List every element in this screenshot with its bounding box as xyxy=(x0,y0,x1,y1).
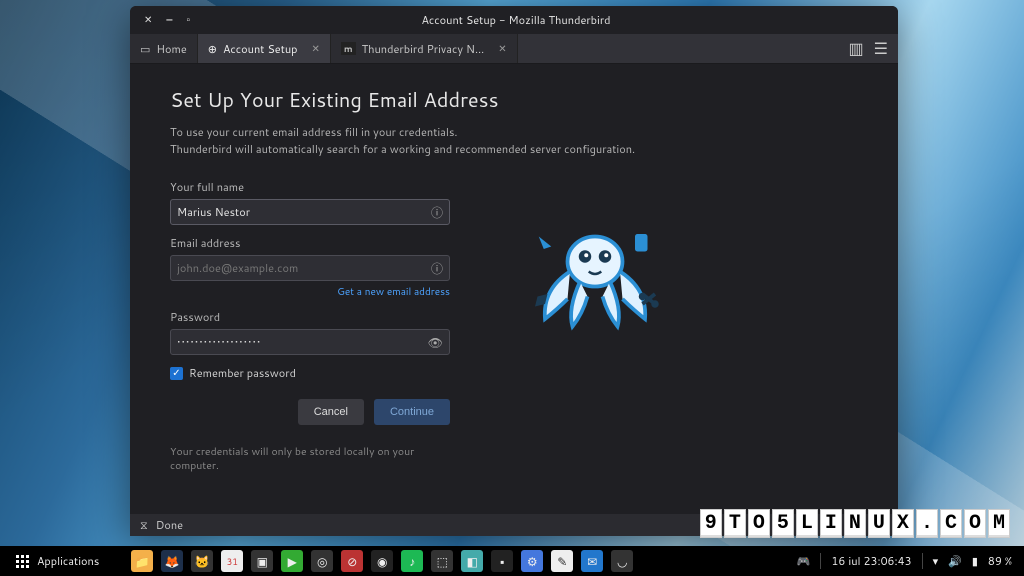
cat-icon[interactable]: 🐱 xyxy=(191,550,213,572)
eye-off-icon[interactable]: 👁 xyxy=(428,334,443,351)
box-icon[interactable]: ⬚ xyxy=(431,550,453,572)
credentials-footnote: Your credentials will only be stored loc… xyxy=(170,445,450,473)
desktop-taskbar: Applications 📁 🦊 🐱 31 ▣ ▶ ◎ ⊘ ◉ ♪ ⬚ ◧ ▪ … xyxy=(0,546,1024,576)
tab-label: Home xyxy=(156,41,186,57)
password-input[interactable] xyxy=(177,334,428,350)
folder-icon: ▭ xyxy=(140,41,150,57)
files-icon[interactable]: 📁 xyxy=(131,550,153,572)
spotify-icon[interactable]: ♪ xyxy=(401,550,423,572)
misc-icon[interactable]: ◡ xyxy=(611,550,633,572)
remember-password-row[interactable]: ✓ Remember password xyxy=(170,365,450,381)
page-title: Set Up Your Existing Email Address xyxy=(170,86,858,114)
play-icon[interactable]: ▶ xyxy=(281,550,303,572)
email-input-wrap[interactable]: ⓘ xyxy=(170,255,450,281)
get-new-email-link[interactable]: Get a new email address xyxy=(337,285,450,299)
screenshot-icon[interactable]: ◎ xyxy=(311,550,333,572)
window-close-icon[interactable]: ✕ xyxy=(144,13,152,27)
globe-icon: ⊕ xyxy=(208,41,217,57)
editor-icon[interactable]: ✎ xyxy=(551,550,573,572)
name-input-wrap[interactable]: ⓘ xyxy=(170,199,450,225)
close-icon[interactable]: ✕ xyxy=(312,42,320,56)
email-label: Email address xyxy=(170,235,450,251)
m-icon: m xyxy=(341,42,356,55)
spaces-toolbar-icon[interactable]: ▥ xyxy=(849,37,864,60)
tab-privacy[interactable]: m Thunderbird Privacy N… ✕ xyxy=(331,34,518,63)
terminal-icon[interactable]: ▪ xyxy=(491,550,513,572)
steam-icon[interactable]: ◉ xyxy=(371,550,393,572)
window-title: Account Setup - Mozilla Thunderbird xyxy=(204,12,828,28)
checkbox-icon[interactable]: ✓ xyxy=(170,367,183,380)
email-input[interactable] xyxy=(177,260,431,276)
volume-icon[interactable]: 🔊 xyxy=(948,553,962,569)
cancel-button[interactable]: Cancel xyxy=(298,399,364,425)
apps-label: Applications xyxy=(37,553,99,569)
app-menu-icon[interactable]: ☰ xyxy=(874,37,888,60)
tab-label: Account Setup xyxy=(223,41,298,57)
thunderbird-window: ✕ – ▫ Account Setup - Mozilla Thunderbir… xyxy=(130,6,898,536)
page-subtitle: To use your current email address fill i… xyxy=(170,124,858,157)
info-icon[interactable]: ⓘ xyxy=(431,260,443,277)
tab-label: Thunderbird Privacy N… xyxy=(362,41,485,57)
system-tray: 🎮 16 iul 23:06:43 ▾ 🔊 ▮ 89 % xyxy=(797,553,1016,569)
clock-text[interactable]: 16 iul 23:06:43 xyxy=(831,553,911,569)
name-input[interactable] xyxy=(177,204,431,220)
battery-text: 89 % xyxy=(988,553,1012,569)
thunderbird-taskbar-icon[interactable]: ✉ xyxy=(581,550,603,572)
browser-icon[interactable]: ◧ xyxy=(461,550,483,572)
password-label: Password xyxy=(170,309,450,325)
close-icon[interactable]: ✕ xyxy=(498,42,506,56)
name-label: Your full name xyxy=(170,179,450,195)
disk-icon[interactable]: ⊘ xyxy=(341,550,363,572)
firefox-icon[interactable]: 🦊 xyxy=(161,550,183,572)
settings-icon[interactable]: ⚙ xyxy=(521,550,543,572)
info-icon[interactable]: ⓘ xyxy=(431,204,443,221)
tab-bar: ▭ Home ⊕ Account Setup ✕ m Thunderbird P… xyxy=(130,34,898,64)
thunderbird-mascot-icon xyxy=(520,199,670,349)
wifi-icon[interactable]: ▾ xyxy=(933,553,939,569)
remember-label: Remember password xyxy=(189,365,296,381)
tab-account-setup[interactable]: ⊕ Account Setup ✕ xyxy=(198,34,331,63)
cube-icon[interactable]: ▣ xyxy=(251,550,273,572)
thunderbird-icon: ⧖ xyxy=(140,517,148,533)
apps-grid-icon xyxy=(16,555,29,568)
gamepad-icon[interactable]: 🎮 xyxy=(797,553,811,569)
battery-icon[interactable]: ▮ xyxy=(972,553,978,569)
calendar-icon[interactable]: 31 xyxy=(221,550,243,572)
status-text: Done xyxy=(156,517,183,533)
applications-button[interactable]: Applications xyxy=(8,553,107,569)
password-input-wrap[interactable]: 👁 xyxy=(170,329,450,355)
tab-home[interactable]: ▭ Home xyxy=(130,34,198,63)
window-titlebar[interactable]: ✕ – ▫ Account Setup - Mozilla Thunderbir… xyxy=(130,6,898,34)
taskbar-dock: 📁 🦊 🐱 31 ▣ ▶ ◎ ⊘ ◉ ♪ ⬚ ◧ ▪ ⚙ ✎ ✉ ◡ xyxy=(131,550,633,572)
window-minimize-icon[interactable]: – xyxy=(166,13,172,27)
watermark-9to5linux: 9TO5LINUX.COM xyxy=(700,509,1010,538)
window-maximize-icon[interactable]: ▫ xyxy=(186,13,190,27)
continue-button[interactable]: Continue xyxy=(374,399,450,425)
